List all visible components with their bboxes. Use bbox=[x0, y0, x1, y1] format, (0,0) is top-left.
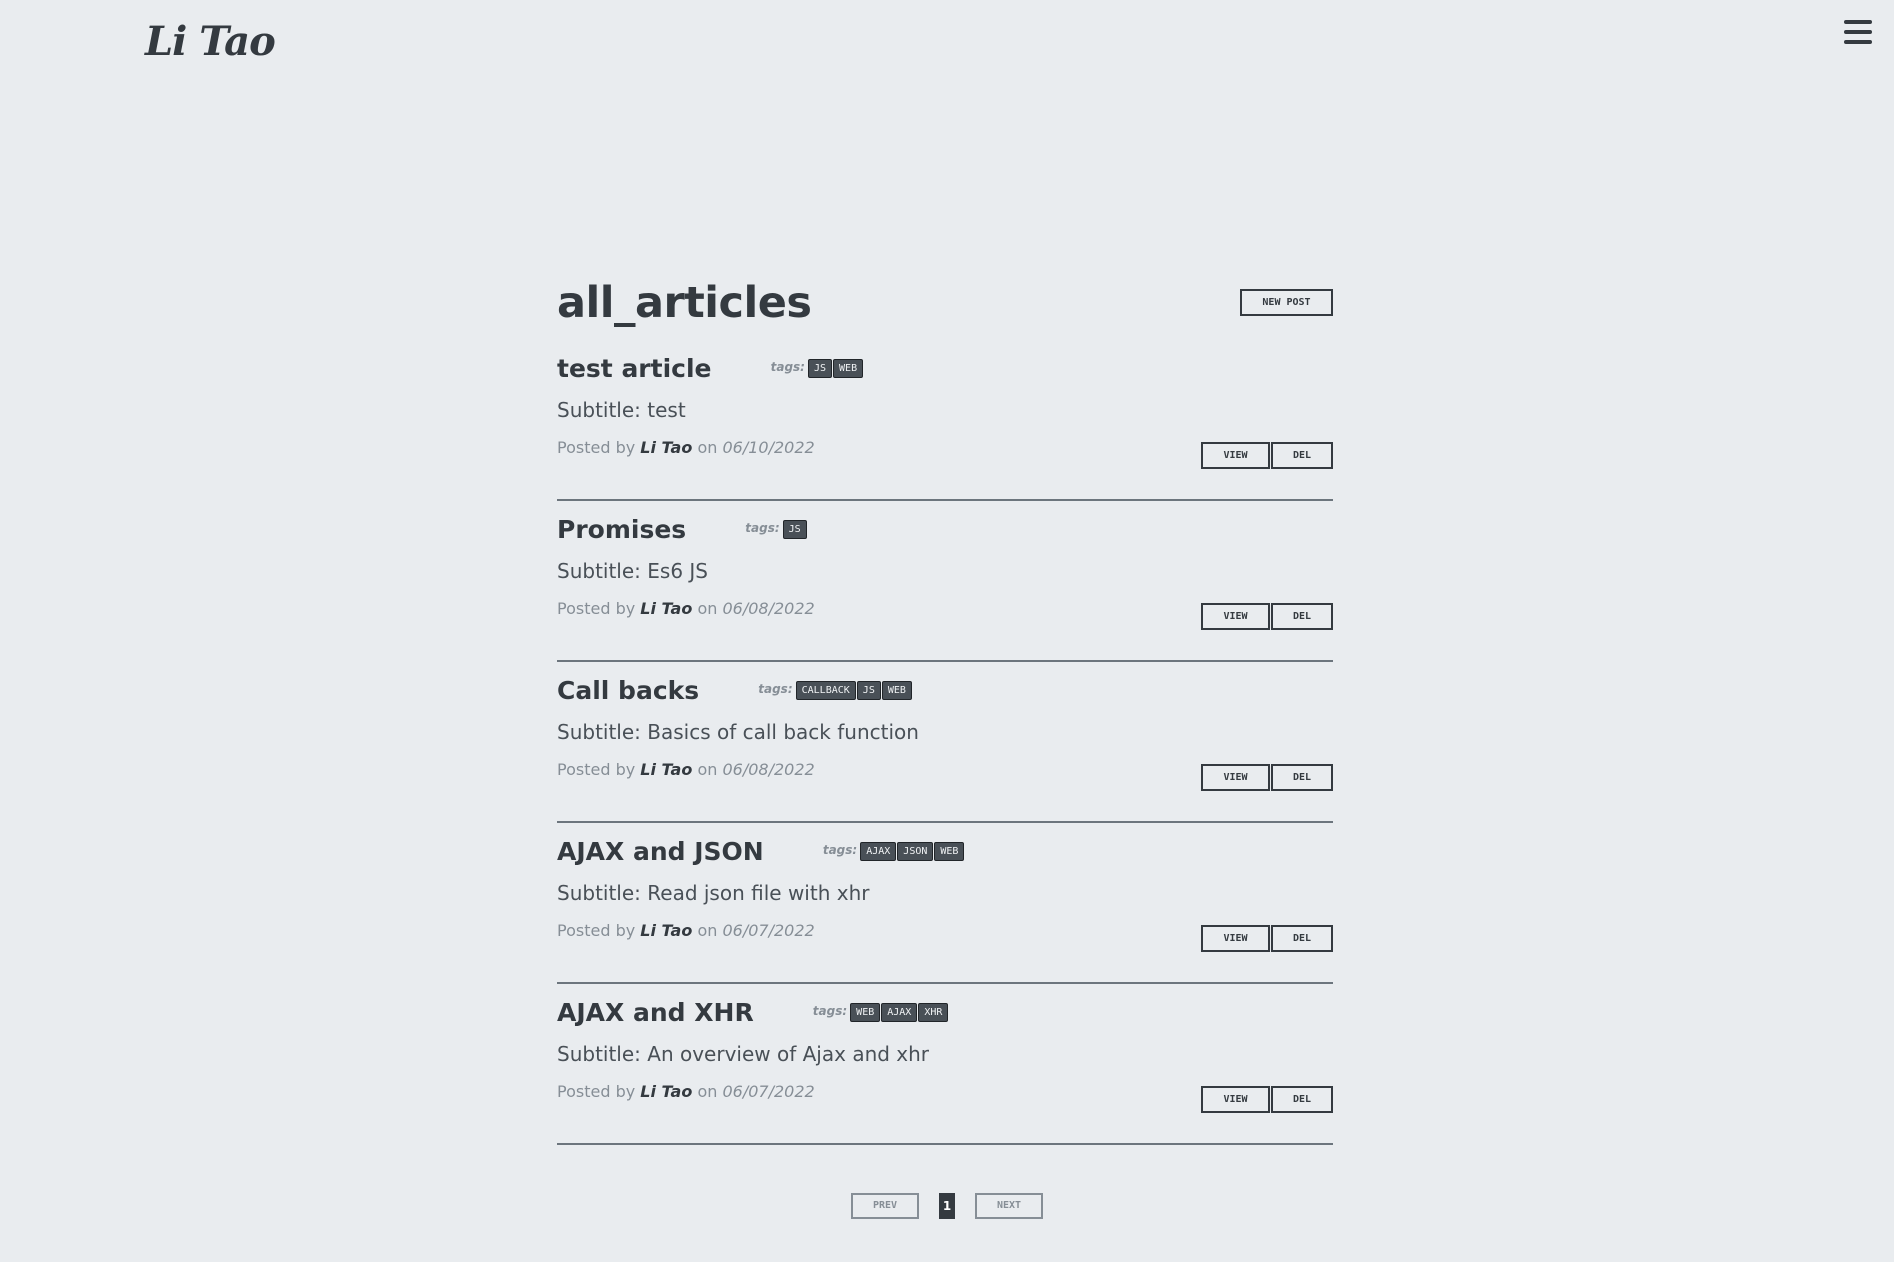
posted-by-label: Posted by bbox=[557, 921, 636, 940]
on-label: on bbox=[697, 1082, 718, 1101]
article-meta: Posted by Li Tao on 06/08/2022 bbox=[557, 760, 815, 779]
page-header: all_articles new post bbox=[557, 272, 1333, 342]
current-page-number[interactable]: 1 bbox=[939, 1193, 955, 1219]
new-post-button[interactable]: new post bbox=[1240, 289, 1333, 316]
on-label: on bbox=[697, 921, 718, 940]
tag-badge[interactable]: WEB bbox=[934, 841, 965, 861]
article-title-row: Call backs tags: CALLBACK JS WEB bbox=[557, 676, 913, 716]
tag-badge[interactable]: JS bbox=[856, 680, 881, 700]
article-meta: Posted by Li Tao on 06/10/2022 bbox=[557, 438, 815, 457]
article-author[interactable]: Li Tao bbox=[640, 760, 692, 779]
article-title[interactable]: Promises bbox=[557, 515, 686, 544]
view-button[interactable]: view bbox=[1201, 764, 1270, 791]
tag-badge[interactable]: AJAX bbox=[881, 1002, 918, 1022]
article-title[interactable]: AJAX and JSON bbox=[557, 837, 764, 866]
article-actions: view del bbox=[1201, 442, 1333, 469]
article-tags: tags: JS WEB bbox=[771, 356, 864, 378]
article-date: 06/08/2022 bbox=[722, 599, 815, 618]
article-author[interactable]: Li Tao bbox=[640, 438, 692, 457]
article-actions: view del bbox=[1201, 764, 1333, 791]
article-meta: Posted by Li Tao on 06/07/2022 bbox=[557, 1082, 815, 1101]
delete-button[interactable]: del bbox=[1271, 925, 1333, 952]
article-item: AJAX and XHR tags: WEB AJAX XHR Subtitle: A… bbox=[557, 986, 1333, 1145]
articles-section: all_articles new post test article tags:… bbox=[557, 272, 1333, 1147]
article-actions: view del bbox=[1201, 925, 1333, 952]
article-actions: view del bbox=[1201, 603, 1333, 630]
article-tags: tags: JS bbox=[745, 517, 807, 539]
article-date: 06/07/2022 bbox=[722, 1082, 815, 1101]
posted-by-label: Posted by bbox=[557, 1082, 636, 1101]
hamburger-menu-icon[interactable] bbox=[1844, 20, 1872, 46]
pagination: prev 1 next bbox=[0, 1193, 1894, 1219]
article-subtitle: Subtitle: test bbox=[557, 398, 686, 422]
tag-badge[interactable]: WEB bbox=[833, 358, 864, 378]
article-title[interactable]: test article bbox=[557, 354, 712, 383]
on-label: on bbox=[697, 599, 718, 618]
article-subtitle: Subtitle: Read json file with xhr bbox=[557, 881, 870, 905]
article-date: 06/08/2022 bbox=[722, 760, 815, 779]
tags-label: tags: bbox=[745, 520, 780, 535]
article-subtitle: Subtitle: An overview of Ajax and xhr bbox=[557, 1042, 930, 1066]
article-item: Promises tags: JS Subtitle: Es6 JS Posted… bbox=[557, 503, 1333, 662]
view-button[interactable]: view bbox=[1201, 603, 1270, 630]
tag-badge[interactable]: JS bbox=[807, 358, 833, 378]
tags-label: tags: bbox=[770, 359, 805, 374]
posted-by-label: Posted by bbox=[557, 599, 636, 618]
article-title-row: test article tags: JS WEB bbox=[557, 354, 864, 394]
article-subtitle: Subtitle: Basics of call back function bbox=[557, 720, 919, 744]
delete-button[interactable]: del bbox=[1271, 764, 1333, 791]
next-page-button[interactable]: next bbox=[975, 1193, 1043, 1219]
article-author[interactable]: Li Tao bbox=[640, 921, 692, 940]
article-list: test article tags: JS WEB Subtitle: test P… bbox=[557, 342, 1333, 1145]
article-item: test article tags: JS WEB Subtitle: test P… bbox=[557, 342, 1333, 501]
view-button[interactable]: view bbox=[1201, 1086, 1270, 1113]
article-title[interactable]: AJAX and XHR bbox=[557, 998, 754, 1027]
delete-button[interactable]: del bbox=[1271, 1086, 1333, 1113]
article-meta: Posted by Li Tao on 06/08/2022 bbox=[557, 599, 815, 618]
site-logo[interactable]: Li Tao bbox=[145, 18, 276, 65]
article-title-row: AJAX and JSON tags: AJAX JSON WEB bbox=[557, 837, 965, 877]
article-author[interactable]: Li Tao bbox=[640, 1082, 692, 1101]
article-tags: tags: WEB AJAX XHR bbox=[813, 1000, 950, 1022]
tag-badge[interactable]: WEB bbox=[881, 680, 912, 700]
article-actions: view del bbox=[1201, 1086, 1333, 1113]
posted-by-label: Posted by bbox=[557, 760, 636, 779]
article-date: 06/10/2022 bbox=[722, 438, 815, 457]
on-label: on bbox=[697, 760, 718, 779]
article-date: 06/07/2022 bbox=[722, 921, 815, 940]
prev-page-button[interactable]: prev bbox=[851, 1193, 919, 1219]
article-subtitle: Subtitle: Es6 JS bbox=[557, 559, 708, 583]
tag-badge[interactable]: CALLBACK bbox=[795, 680, 856, 700]
tag-badge[interactable]: WEB bbox=[850, 1002, 881, 1022]
article-item: Call backs tags: CALLBACK JS WEB Subtitle: … bbox=[557, 664, 1333, 823]
article-title-row: AJAX and XHR tags: WEB AJAX XHR bbox=[557, 998, 949, 1038]
article-meta: Posted by Li Tao on 06/07/2022 bbox=[557, 921, 815, 940]
tag-badge[interactable]: JS bbox=[782, 519, 807, 539]
article-tags: tags: AJAX JSON WEB bbox=[823, 839, 966, 861]
article-title[interactable]: Call backs bbox=[557, 676, 699, 705]
tags-label: tags: bbox=[758, 681, 793, 696]
posted-by-label: Posted by bbox=[557, 438, 636, 457]
view-button[interactable]: view bbox=[1201, 442, 1270, 469]
delete-button[interactable]: del bbox=[1271, 442, 1333, 469]
tag-badge[interactable]: AJAX bbox=[860, 841, 897, 861]
tag-badge[interactable]: JSON bbox=[897, 841, 934, 861]
article-item: AJAX and JSON tags: AJAX JSON WEB Subtitle:… bbox=[557, 825, 1333, 984]
delete-button[interactable]: del bbox=[1271, 603, 1333, 630]
article-tags: tags: CALLBACK JS WEB bbox=[758, 678, 913, 700]
tags-label: tags: bbox=[822, 842, 858, 857]
tag-badge[interactable]: XHR bbox=[918, 1002, 949, 1022]
tags-label: tags: bbox=[812, 1003, 848, 1018]
article-author[interactable]: Li Tao bbox=[640, 599, 692, 618]
view-button[interactable]: view bbox=[1201, 925, 1270, 952]
on-label: on bbox=[697, 438, 718, 457]
page-title: all_articles bbox=[557, 278, 812, 328]
article-title-row: Promises tags: JS bbox=[557, 515, 808, 555]
